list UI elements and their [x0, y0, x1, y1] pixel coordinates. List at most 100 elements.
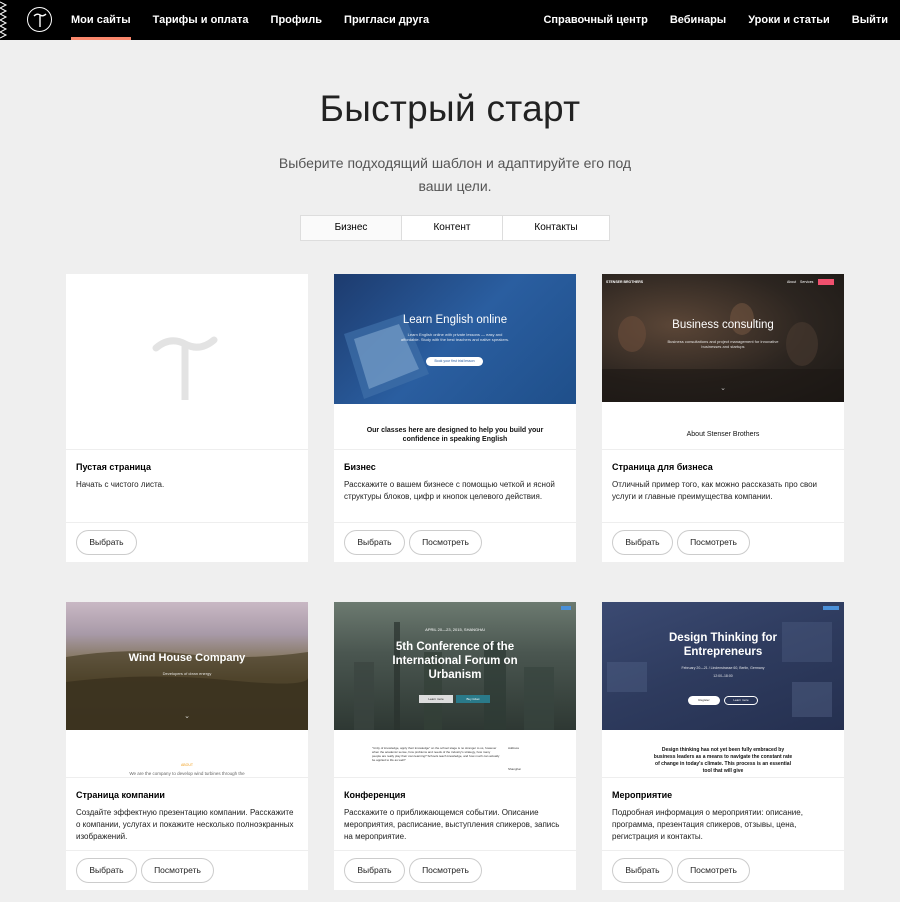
card-description: Создайте эффектную презентацию компании.…: [76, 808, 294, 841]
thumb-subtext: Developers of clean energy: [162, 671, 212, 676]
nav-webinars[interactable]: Вебинары: [670, 0, 726, 40]
thumb-brand: STENSER BROTHERS: [606, 280, 644, 284]
card-title: Бизнес: [344, 462, 376, 472]
tab-business[interactable]: Бизнес: [301, 216, 402, 240]
divider: [66, 777, 308, 778]
template-thumbnail: Design Thinking for Entrepreneurs Februa…: [602, 602, 844, 777]
page-title: Быстрый старт: [319, 88, 581, 129]
select-button[interactable]: Выбрать: [612, 858, 673, 883]
divider: [66, 850, 308, 851]
thumb-time: 12:00–18:00: [713, 674, 733, 678]
hero-image: [602, 274, 844, 402]
divider: [66, 449, 308, 450]
thumb-lower-text: Design thinking has not yet been fully e…: [653, 747, 793, 774]
hero-image: [66, 602, 308, 730]
thumb-heading: 5th Conference of the International Foru…: [392, 641, 518, 681]
divider: [334, 449, 576, 450]
thumb-register: Register: [688, 696, 720, 705]
zigzag-decoration: [0, 1, 8, 39]
thumb-learn-more: Learn more: [419, 695, 453, 703]
page-subtitle: Выберите подходящий шаблон и адаптируйте…: [278, 155, 632, 194]
social-icon: [823, 606, 839, 610]
meeting-photo: [602, 303, 844, 402]
template-thumbnail: STENSER BROTHERS About Services Business…: [602, 274, 844, 449]
thumb-cta: Book your first trial lesson: [426, 357, 483, 366]
template-card-business-page[interactable]: STENSER BROTHERS About Services Business…: [602, 274, 844, 562]
thumb-subtext: Learn English online with private lesson…: [400, 332, 510, 342]
thumb-menu-item: Services: [800, 280, 814, 284]
card-description: Расскажите о вашем бизнесе с помощью чет…: [344, 480, 555, 501]
thumb-buy-ticket: Buy ticket: [456, 695, 490, 703]
template-card-blank[interactable]: Пустая страница Начать с чистого листа. …: [66, 274, 308, 562]
card-title: Пустая страница: [76, 462, 151, 472]
thumb-subtext: Business consultations and project manag…: [667, 339, 779, 349]
thumb-side-label: Address: [508, 746, 520, 750]
thumb-menu-item: About: [787, 280, 797, 284]
nav-logout[interactable]: Выйти: [852, 0, 888, 40]
thumb-learn-more: Learn more: [724, 696, 758, 705]
thumb-subtext: February 20—21 / Lindenstrasse 60, Berli…: [681, 666, 765, 670]
template-card-company[interactable]: Wind House Company Developers of clean e…: [66, 602, 308, 890]
card-description: Расскажите о приближающемся событии. Опи…: [344, 808, 560, 841]
nav-help-center[interactable]: Справочный центр: [543, 0, 647, 40]
card-description: Начать с чистого листа.: [76, 480, 165, 489]
thumb-side-label: Shanghai: [508, 767, 521, 771]
thumb-menu-button: [818, 279, 834, 285]
nav-lessons[interactable]: Уроки и статьи: [748, 0, 830, 40]
thumb-date: APRIL 20—23, 2015, SHANGHAI: [425, 627, 485, 632]
card-title: Страница компании: [76, 790, 165, 800]
select-button[interactable]: Выбрать: [76, 858, 137, 883]
chevron-down-icon: ⌄: [184, 713, 190, 720]
top-nav: Мои сайты Тарифы и оплата Профиль Пригла…: [0, 0, 900, 40]
template-thumbnail: APRIL 20—23, 2015, SHANGHAI 5th Conferen…: [334, 602, 576, 777]
tab-contacts[interactable]: Контакты: [503, 216, 609, 240]
select-button[interactable]: Выбрать: [76, 530, 137, 555]
divider: [334, 522, 576, 523]
card-description: Подробная информация о мероприятии: опис…: [612, 808, 803, 841]
card-title: Мероприятие: [612, 790, 673, 800]
social-icon: [561, 606, 571, 610]
preview-button[interactable]: Посмотреть: [409, 858, 482, 883]
template-thumbnail: Wind House Company Developers of clean e…: [66, 602, 308, 777]
card-description: Отличный пример того, как можно рассказа…: [612, 480, 818, 501]
select-button[interactable]: Выбрать: [344, 530, 405, 555]
divider: [602, 522, 844, 523]
thumb-lower-tag: ABOUT: [180, 763, 194, 767]
template-card-event[interactable]: Design Thinking for Entrepreneurs Februa…: [602, 602, 844, 890]
preview-button[interactable]: Посмотреть: [141, 858, 214, 883]
select-button[interactable]: Выбрать: [344, 858, 405, 883]
preview-button[interactable]: Посмотреть: [409, 530, 482, 555]
template-thumbnail: [66, 274, 308, 449]
tilda-logo-icon[interactable]: [27, 7, 52, 32]
chevron-down-icon: ⌄: [720, 385, 726, 392]
tab-content[interactable]: Контент: [402, 216, 503, 240]
select-button[interactable]: Выбрать: [612, 530, 673, 555]
tilda-t-icon: [152, 336, 218, 400]
template-thumbnail: Learn English online Learn English onlin…: [334, 274, 576, 449]
card-title: Страница для бизнеса: [612, 462, 713, 472]
preview-button[interactable]: Посмотреть: [677, 858, 750, 883]
thumb-lower-text: Our classes here are designed to help yo…: [366, 427, 544, 443]
thumb-heading: Design Thinking for Entrepreneurs: [669, 632, 777, 658]
divider: [602, 777, 844, 778]
preview-button[interactable]: Посмотреть: [677, 530, 750, 555]
divider: [334, 777, 576, 778]
card-title: Конференция: [344, 790, 406, 800]
nav-invite-friend[interactable]: Пригласи друга: [344, 0, 429, 40]
template-card-business[interactable]: Learn English online Learn English onlin…: [334, 274, 576, 562]
divider: [334, 850, 576, 851]
thumb-heading: Wind House Company: [128, 652, 246, 664]
thumb-heading: Business consulting: [672, 319, 774, 331]
nav-profile[interactable]: Профиль: [271, 0, 322, 40]
divider: [66, 522, 308, 523]
divider: [602, 850, 844, 851]
category-tabs: Бизнес Контент Контакты: [300, 215, 610, 241]
template-card-conference[interactable]: APRIL 20—23, 2015, SHANGHAI 5th Conferen…: [334, 602, 576, 890]
nav-tariffs[interactable]: Тарифы и оплата: [153, 0, 249, 40]
divider: [602, 449, 844, 450]
thumb-heading: Learn English online: [402, 314, 508, 326]
nav-my-sites[interactable]: Мои сайты: [71, 0, 131, 40]
thumb-lower-text: "Unity of knowledge, apply their knowled…: [372, 746, 500, 762]
thumb-lower-text: About Stenser Brothers: [686, 431, 760, 438]
landscape-photo: [66, 651, 308, 730]
